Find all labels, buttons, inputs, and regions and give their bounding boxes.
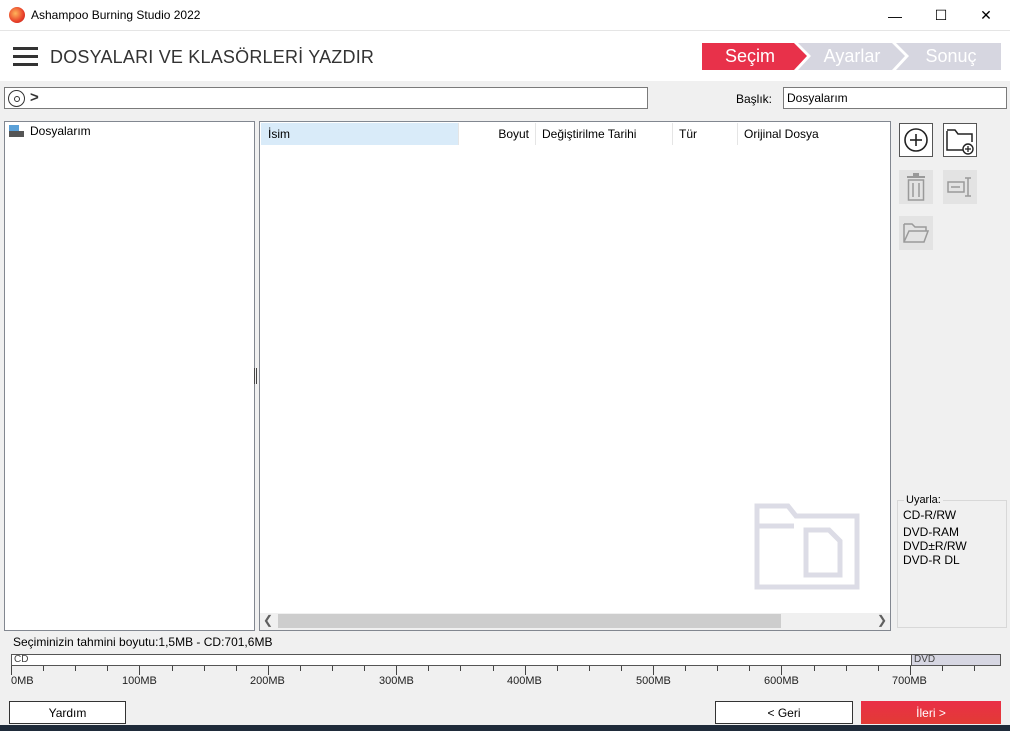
tick-label: 700MB	[892, 675, 927, 687]
tick-label: 500MB	[636, 675, 671, 687]
tick-label: 300MB	[379, 675, 414, 687]
warnings-title: Uyarla:	[904, 494, 943, 506]
warning-line: DVD±R/RW	[903, 539, 967, 553]
help-button[interactable]: Yardım	[9, 701, 126, 724]
cd-label: CD	[14, 654, 29, 665]
warning-line: DVD-RAM	[903, 525, 959, 539]
rename-button[interactable]	[943, 170, 977, 204]
step-settings: Ayarlar	[823, 46, 881, 66]
splitter-handle[interactable]	[254, 368, 257, 384]
warning-line: DVD-R DL	[903, 553, 960, 567]
back-button[interactable]: < Geri	[715, 701, 853, 724]
folder-plus-icon	[946, 129, 974, 155]
folder-tree[interactable]	[4, 121, 255, 631]
column-header-size[interactable]: Boyut	[459, 123, 536, 145]
tick-label: 200MB	[250, 675, 285, 687]
trash-icon	[907, 173, 925, 201]
minimize-button[interactable]: —	[872, 0, 918, 31]
rename-icon	[947, 177, 971, 197]
disc-title-input[interactable]	[783, 87, 1007, 109]
tick-label: 100MB	[122, 675, 157, 687]
path-bar[interactable]	[4, 87, 648, 109]
scrollbar-thumb[interactable]	[278, 614, 781, 628]
tree-item-label: Dosyalarım	[30, 124, 91, 138]
disc-icon[interactable]	[8, 90, 25, 107]
page-title: DOSYALARI VE KLASÖRLERİ YAZDIR	[50, 47, 375, 67]
close-button[interactable]: ✕	[963, 0, 1009, 31]
step-selection: Seçim	[724, 46, 775, 66]
delete-button[interactable]	[899, 170, 933, 204]
next-button[interactable]: İleri >	[861, 701, 1001, 724]
add-files-button[interactable]	[899, 123, 933, 157]
scroll-right-icon[interactable]: ❯	[877, 613, 887, 627]
chevron-right-icon[interactable]: >	[30, 89, 39, 106]
column-header-modified[interactable]: Değiştirilme Tarihi	[536, 123, 673, 145]
drive-icon	[9, 124, 24, 138]
folder-open-icon	[903, 223, 930, 243]
window-title: Ashampoo Burning Studio 2022	[31, 8, 201, 22]
tick-label: 400MB	[507, 675, 542, 687]
size-estimate-text: Seçiminizin tahmini boyutu:1,5MB - CD:70…	[13, 635, 273, 649]
taskbar-edge	[0, 725, 1010, 731]
maximize-button[interactable]: ☐	[918, 0, 964, 31]
plus-circle-icon	[904, 128, 928, 152]
app-logo-icon	[9, 7, 25, 23]
capacity-scale-ticks	[11, 666, 975, 675]
capacity-bar	[11, 654, 1001, 666]
tree-item-root[interactable]: Dosyalarım	[9, 124, 91, 138]
disc-title-label: Başlık:	[736, 92, 773, 106]
empty-folder-watermark-icon	[754, 503, 860, 590]
add-folder-button[interactable]	[943, 123, 977, 157]
column-header-original-file[interactable]: Orijinal Dosya	[738, 123, 890, 145]
scroll-left-icon[interactable]: ❮	[263, 613, 273, 627]
open-folder-button[interactable]	[899, 216, 933, 250]
warning-line: CD-R/RW	[903, 508, 957, 522]
dvd-label: DVD	[914, 654, 936, 665]
tick-label: 0MB	[11, 675, 34, 687]
column-header-type[interactable]: Tür	[673, 123, 738, 145]
column-header-name[interactable]: İsim	[261, 123, 459, 145]
menu-icon[interactable]	[13, 47, 38, 67]
tick-label: 600MB	[764, 675, 799, 687]
step-result: Sonuç	[925, 46, 977, 66]
